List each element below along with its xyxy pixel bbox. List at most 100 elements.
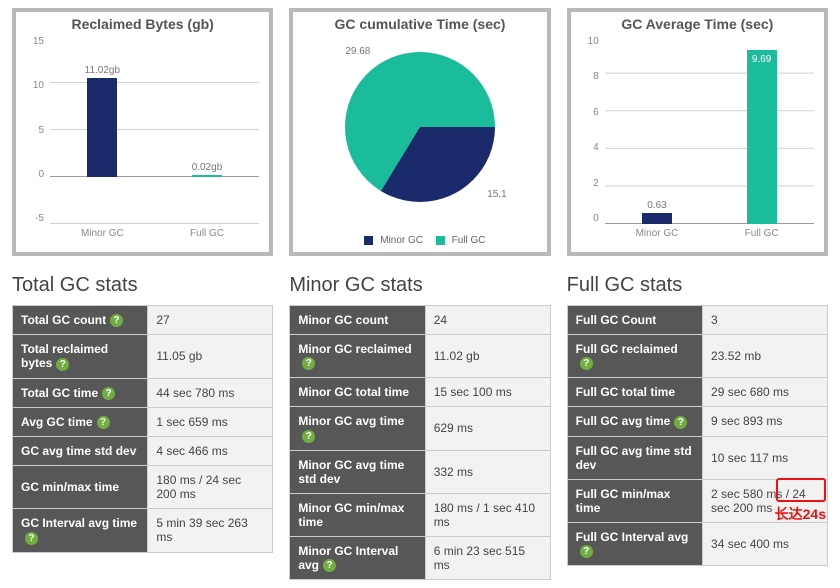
stat-key: Total GC time? bbox=[13, 378, 148, 407]
table-title: Full GC stats bbox=[567, 274, 828, 297]
y-axis-ticks: 10 8 6 4 2 0 bbox=[577, 34, 603, 224]
help-icon[interactable]: ? bbox=[302, 430, 315, 443]
stat-key: Minor GC reclaimed? bbox=[290, 335, 425, 378]
help-icon[interactable]: ? bbox=[323, 559, 336, 572]
stat-val: 3 bbox=[703, 306, 828, 335]
table-title: Total GC stats bbox=[12, 274, 273, 297]
key-text: Full GC Interval avg bbox=[576, 530, 689, 544]
pie bbox=[345, 52, 495, 202]
stat-val: 34 sec 400 ms bbox=[703, 522, 828, 565]
ytick: 6 bbox=[577, 107, 599, 118]
help-icon[interactable]: ? bbox=[580, 357, 593, 370]
stat-val: 180 ms / 1 sec 410 ms bbox=[425, 493, 550, 536]
ytick: 15 bbox=[22, 36, 44, 47]
stat-key: Minor GC total time bbox=[290, 378, 425, 407]
key-text: Minor GC reclaimed bbox=[298, 342, 411, 356]
table-title: Minor GC stats bbox=[289, 274, 550, 297]
bar-label: 11.02gb bbox=[85, 65, 120, 78]
stat-val: 11.05 gb bbox=[148, 335, 273, 378]
y-axis-ticks: 15 10 5 0 -5 bbox=[22, 34, 48, 224]
stat-key: Full GC avg time std dev bbox=[567, 436, 702, 479]
stat-key: Minor GC avg time std dev bbox=[290, 450, 425, 493]
stats-row: Total GC stats Total GC count?27 Total r… bbox=[12, 256, 828, 580]
bar-label: 9.69 bbox=[752, 54, 771, 67]
full-gc-table: Full GC Count3 Full GC reclaimed?23.52 m… bbox=[567, 305, 828, 566]
stat-val: 629 ms bbox=[425, 407, 550, 450]
key-text: Full GC reclaimed bbox=[576, 342, 678, 356]
charts-row: Reclaimed Bytes (gb) 15 10 5 0 -5 11.02g… bbox=[12, 8, 828, 256]
stat-val: 332 ms bbox=[425, 450, 550, 493]
stat-key: GC avg time std dev bbox=[13, 437, 148, 466]
key-text: GC Interval avg time bbox=[21, 516, 137, 530]
legend-label-minor: Minor GC bbox=[380, 235, 423, 246]
help-icon[interactable]: ? bbox=[580, 545, 593, 558]
ytick: 4 bbox=[577, 142, 599, 153]
xcat: Full GC bbox=[155, 224, 260, 246]
help-icon[interactable]: ? bbox=[56, 358, 69, 371]
ytick: 5 bbox=[22, 125, 44, 136]
legend-label-full: Full GC bbox=[452, 235, 486, 246]
stat-val: 4 sec 466 ms bbox=[148, 437, 273, 466]
stat-key: Full GC min/max time bbox=[567, 479, 702, 522]
pie-slice-label-fullgc: 29.68 bbox=[345, 46, 370, 57]
bar-full-gc: 9.69 bbox=[747, 50, 777, 224]
stat-key: Full GC Interval avg? bbox=[567, 522, 702, 565]
x-axis-cats: Minor GC Full GC bbox=[50, 224, 259, 246]
bar-rect bbox=[87, 78, 117, 177]
xcat: Minor GC bbox=[50, 224, 155, 246]
total-gc-table: Total GC count?27 Total reclaimed bytes?… bbox=[12, 305, 273, 553]
stat-key: GC min/max time bbox=[13, 466, 148, 509]
bar-rect bbox=[192, 175, 222, 177]
total-gc-stats: Total GC stats Total GC count?27 Total r… bbox=[12, 256, 273, 580]
stat-val: 10 sec 117 ms bbox=[703, 436, 828, 479]
plot: 11.02gb 0.02gb bbox=[50, 36, 259, 224]
xcat: Full GC bbox=[709, 224, 814, 246]
stat-key: Avg GC time? bbox=[13, 407, 148, 436]
plot: 0.63 9.69 bbox=[605, 36, 814, 224]
stat-val: 29 sec 680 ms bbox=[703, 378, 828, 407]
help-icon[interactable]: ? bbox=[302, 357, 315, 370]
stat-key: Minor GC avg time? bbox=[290, 407, 425, 450]
help-icon[interactable]: ? bbox=[102, 387, 115, 400]
bar-rect bbox=[747, 50, 777, 224]
chart-title: GC cumulative Time (sec) bbox=[299, 16, 540, 32]
stat-val: 1 sec 659 ms bbox=[148, 407, 273, 436]
x-axis-cats: Minor GC Full GC bbox=[605, 224, 814, 246]
key-text: Total GC time bbox=[21, 386, 98, 400]
ytick: 10 bbox=[22, 80, 44, 91]
stat-val: 11.02 gb bbox=[425, 335, 550, 378]
xcat: Minor GC bbox=[605, 224, 710, 246]
stat-key: Minor GC min/max time bbox=[290, 493, 425, 536]
zero-line bbox=[50, 176, 259, 177]
minor-gc-stats: Minor GC stats Minor GC count24 Minor GC… bbox=[289, 256, 550, 580]
key-text: Avg GC time bbox=[21, 415, 93, 429]
ytick: 2 bbox=[577, 178, 599, 189]
chart-cumulative-time: GC cumulative Time (sec) 29.68 15.1 Mino… bbox=[289, 8, 550, 256]
help-icon[interactable]: ? bbox=[97, 416, 110, 429]
help-icon[interactable]: ? bbox=[674, 416, 687, 429]
stat-val: 27 bbox=[148, 306, 273, 335]
key-text: Total GC count bbox=[21, 313, 106, 327]
chart-avg-time: GC Average Time (sec) 10 8 6 4 2 0 0.63 … bbox=[567, 8, 828, 256]
stat-val: 5 min 39 sec 263 ms bbox=[148, 509, 273, 552]
stat-val: 180 ms / 24 sec 200 ms bbox=[148, 466, 273, 509]
stat-key: Full GC total time bbox=[567, 378, 702, 407]
chart-title: Reclaimed Bytes (gb) bbox=[22, 16, 263, 32]
stat-key: GC Interval avg time? bbox=[13, 509, 148, 552]
help-icon[interactable]: ? bbox=[110, 314, 123, 327]
stat-val: 24 bbox=[425, 306, 550, 335]
key-text: Minor GC avg time bbox=[298, 414, 404, 428]
chart-plot-area: 29.68 15.1 Minor GC Full GC bbox=[299, 34, 540, 246]
annotation-text: 长达24s bbox=[775, 504, 826, 524]
bar-rect bbox=[642, 213, 672, 224]
stat-key: Full GC avg time? bbox=[567, 407, 702, 436]
stat-key: Total GC count? bbox=[13, 306, 148, 335]
chart-reclaimed-bytes: Reclaimed Bytes (gb) 15 10 5 0 -5 11.02g… bbox=[12, 8, 273, 256]
ytick: 0 bbox=[22, 169, 44, 180]
bar-minor-gc: 0.63 bbox=[642, 213, 672, 224]
bar-label: 0.63 bbox=[647, 200, 666, 213]
bar-minor-gc: 11.02gb bbox=[87, 78, 117, 177]
help-icon[interactable]: ? bbox=[25, 532, 38, 545]
ytick: -5 bbox=[22, 213, 44, 224]
stat-key: Total reclaimed bytes? bbox=[13, 335, 148, 378]
